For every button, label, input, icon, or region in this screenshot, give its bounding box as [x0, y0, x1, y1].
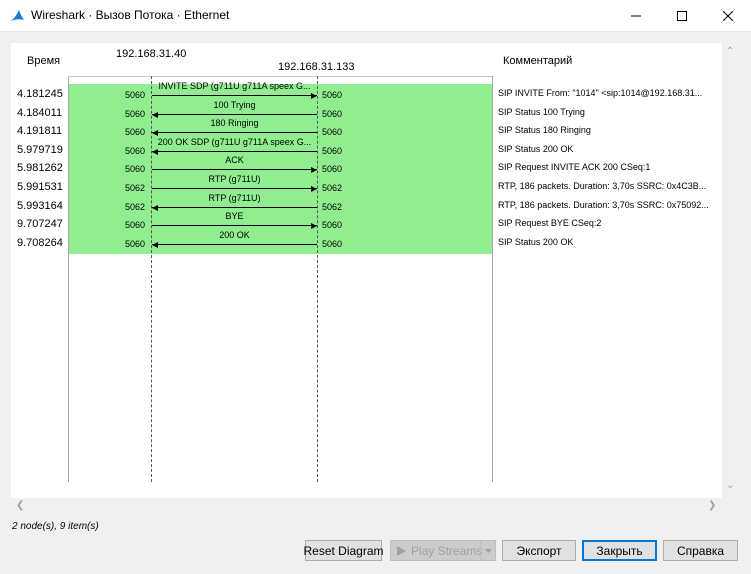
row-dst-port: 5060 [322, 109, 343, 119]
row-message-label[interactable]: ACK [152, 155, 317, 165]
comment-column-header: Комментарий [503, 55, 573, 67]
play-streams-dropdown [480, 541, 495, 560]
title-bar: Wireshark · Вызов Потока · Ethernet [0, 0, 751, 32]
scroll-left-icon[interactable]: ❮ [16, 501, 24, 511]
row-comment: RTP, 186 packets. Duration: 3,70s SSRC: … [498, 200, 709, 210]
row-dst-port: 5060 [322, 90, 343, 100]
minimize-icon [631, 15, 641, 16]
row-src-port: 5060 [125, 146, 146, 156]
row-time: 5.991531 [17, 181, 63, 193]
reset-diagram-button[interactable]: Reset Diagram [303, 540, 384, 561]
arrow-left-icon [152, 129, 158, 136]
row-message-label[interactable]: BYE [152, 211, 317, 221]
chevron-down-icon [484, 548, 492, 553]
row-time: 9.707247 [17, 218, 63, 230]
row-time: 5.981262 [17, 162, 63, 174]
node-label-1: 192.168.31.133 [278, 61, 355, 73]
row-time: 4.181245 [17, 88, 63, 100]
row-message-label[interactable]: 180 Ringing [152, 118, 317, 128]
row-message-label[interactable]: 200 OK [152, 230, 317, 240]
export-button[interactable]: Экспорт [502, 540, 576, 561]
maximize-button[interactable] [659, 0, 705, 31]
arrow-left-icon [152, 111, 158, 118]
row-dst-port: 5060 [322, 239, 343, 249]
scroll-up-icon[interactable]: ⌃ [726, 47, 734, 57]
row-time: 4.191811 [17, 125, 63, 137]
arrow-right-icon [311, 166, 317, 173]
row-src-port: 5060 [125, 239, 146, 249]
arrow-left-icon [152, 148, 158, 155]
row-arrow-line [152, 244, 317, 245]
row-src-port: 5060 [125, 90, 146, 100]
row-time: 5.993164 [17, 200, 63, 212]
row-dst-port: 5060 [322, 220, 343, 230]
row-arrow-line [152, 188, 317, 189]
maximize-icon [677, 10, 687, 21]
scroll-down-icon[interactable]: ⌄ [726, 481, 734, 491]
play-icon [397, 545, 406, 556]
row-dst-port: 5060 [322, 127, 343, 137]
row-comment: SIP Status 180 Ringing [498, 125, 591, 135]
row-src-port: 5060 [125, 109, 146, 119]
row-message-label[interactable]: 100 Trying [152, 100, 317, 110]
arrow-left-icon [152, 204, 158, 211]
arrow-right-icon [311, 222, 317, 229]
status-text: 2 node(s), 9 item(s) [12, 521, 99, 532]
row-comment: SIP Status 200 OK [498, 237, 574, 247]
row-comment: SIP INVITE From: "1014" <sip:1014@192.16… [498, 88, 703, 98]
row-arrow-line [152, 132, 317, 133]
row-comment: RTP, 186 packets. Duration: 3,70s SSRC: … [498, 181, 707, 191]
row-comment: SIP Request BYE CSeq:2 [498, 218, 602, 228]
play-streams-button: Play Streams [390, 540, 496, 561]
row-message-label[interactable]: RTP (g711U) [152, 193, 317, 203]
arrow-left-icon [152, 241, 158, 248]
right-divider [492, 76, 493, 482]
vertical-scrollbar[interactable]: ⌃ ⌄ [722, 43, 738, 498]
close-window-button[interactable] [705, 0, 751, 31]
row-src-port: 5060 [125, 127, 146, 137]
time-column-header: Время [27, 55, 61, 67]
row-time: 4.184011 [17, 107, 63, 119]
row-message-label[interactable]: 200 OK SDP (g711U g711A speex G... [152, 137, 317, 147]
row-comment: SIP Status 100 Trying [498, 107, 585, 117]
row-arrow-line [152, 169, 317, 170]
node-lifeline-1 [317, 76, 318, 482]
row-arrow-line [152, 225, 317, 226]
close-icon [723, 10, 733, 21]
row-src-port: 5062 [125, 202, 146, 212]
row-time: 5.979719 [17, 144, 63, 156]
row-src-port: 5062 [125, 183, 146, 193]
row-arrow-line [152, 151, 317, 152]
row-message-label[interactable]: INVITE SDP (g711U g711A speex G... [152, 81, 317, 91]
row-dst-port: 5062 [322, 202, 343, 212]
wireshark-fin-icon [10, 10, 24, 21]
close-button[interactable]: Закрыть [582, 540, 657, 561]
left-divider [68, 76, 69, 482]
header-divider [68, 76, 492, 77]
row-comment: SIP Status 200 OK [498, 144, 574, 154]
scroll-right-icon[interactable]: ❯ [708, 501, 716, 511]
row-dst-port: 5062 [322, 183, 343, 193]
row-arrow-line [152, 95, 317, 96]
row-dst-port: 5060 [322, 146, 343, 156]
horizontal-scrollbar[interactable]: ❮ ❯ [11, 498, 722, 514]
row-src-port: 5060 [125, 220, 146, 230]
window-title: Wireshark · Вызов Потока · Ethernet [31, 8, 230, 22]
row-src-port: 5060 [125, 164, 146, 174]
row-arrow-line [152, 207, 317, 208]
row-dst-port: 5060 [322, 164, 343, 174]
row-message-label[interactable]: RTP (g711U) [152, 174, 317, 184]
arrow-right-icon [311, 185, 317, 192]
play-streams-label: Play Streams [411, 543, 483, 558]
row-arrow-line [152, 114, 317, 115]
node-label-0: 192.168.31.40 [116, 48, 187, 60]
row-comment: SIP Request INVITE ACK 200 CSeq:1 [498, 162, 651, 172]
row-time: 9.708264 [17, 237, 63, 249]
arrow-right-icon [311, 92, 317, 99]
help-button[interactable]: Справка [663, 540, 738, 561]
minimize-button[interactable] [613, 0, 659, 31]
